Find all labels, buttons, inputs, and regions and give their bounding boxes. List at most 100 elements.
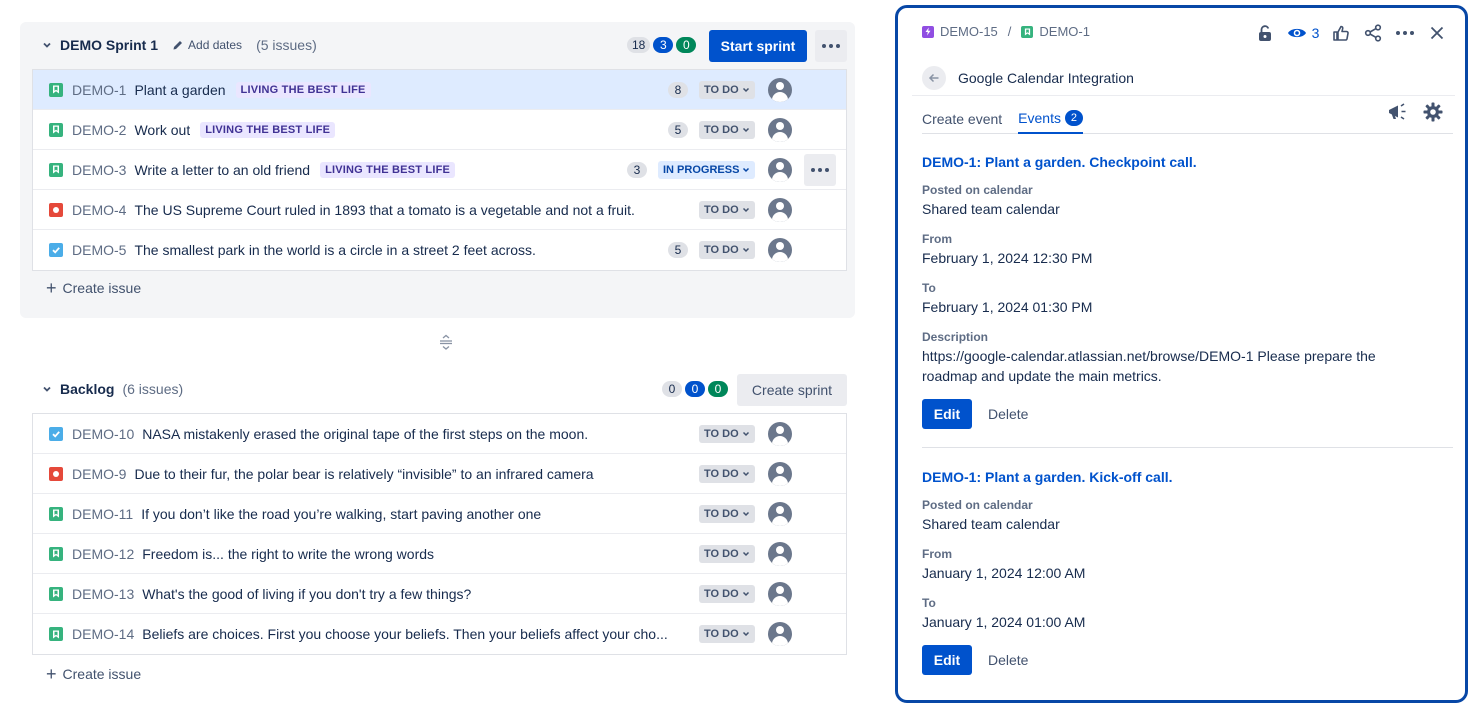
issue-summary: NASA mistakenly erased the original tape… <box>142 425 589 442</box>
assignee-avatar[interactable] <box>768 542 792 566</box>
assignee-avatar[interactable] <box>768 118 792 142</box>
assignee-avatar[interactable] <box>768 462 792 486</box>
epic-lozenge[interactable]: LIVING THE BEST LIFE <box>200 121 336 138</box>
bookmark-icon <box>49 546 63 561</box>
chevron-down-icon <box>742 631 749 637</box>
back-button[interactable] <box>922 65 946 90</box>
status-dropdown[interactable]: TO DO <box>699 120 755 139</box>
bookmark-icon <box>49 162 63 177</box>
assignee-avatar[interactable] <box>768 582 792 606</box>
issue-key[interactable]: DEMO-3 <box>72 162 126 178</box>
edit-button[interactable]: Edit <box>922 399 972 429</box>
like-button[interactable] <box>1325 20 1357 46</box>
share-button[interactable] <box>1357 20 1389 46</box>
chevron-down-icon[interactable] <box>42 40 52 50</box>
status-dropdown[interactable]: TO DO <box>699 625 755 643</box>
issue-key[interactable]: DEMO-1 <box>72 82 126 98</box>
delete-button[interactable]: Delete <box>988 406 1028 422</box>
assignee-avatar[interactable] <box>768 78 792 102</box>
status-dropdown[interactable]: TO DO <box>699 464 755 483</box>
issue-key[interactable]: DEMO-10 <box>72 426 134 442</box>
assignee-avatar[interactable] <box>768 158 792 182</box>
lock-button[interactable] <box>1249 20 1281 46</box>
epic-lozenge[interactable]: LIVING THE BEST LIFE <box>235 81 371 98</box>
status-dropdown[interactable]: TO DO <box>699 200 755 219</box>
table-row[interactable]: DEMO-9 Due to their fur, the polar bear … <box>33 454 846 494</box>
chevron-down-icon <box>742 431 749 436</box>
issue-key[interactable]: DEMO-5 <box>72 242 126 258</box>
status-dropdown[interactable]: TO DO <box>699 424 755 443</box>
gear-icon[interactable] <box>1423 102 1443 122</box>
estimate-badge[interactable]: 5 <box>668 242 688 258</box>
table-row[interactable]: DEMO-12 Freedom is... the right to write… <box>33 534 846 574</box>
add-dates-button[interactable]: Add dates <box>172 38 242 52</box>
status-dropdown[interactable]: TO DO <box>699 504 755 523</box>
count-done: 0 <box>676 37 697 53</box>
issue-key[interactable]: DEMO-11 <box>72 506 133 522</box>
breadcrumb-parent[interactable]: DEMO-15 <box>940 24 998 39</box>
status-dropdown[interactable]: TO DO <box>699 241 755 259</box>
tab-events[interactable]: Events 2 <box>1018 104 1083 134</box>
breadcrumb-separator: / <box>1007 24 1012 39</box>
status-dropdown[interactable]: TO DO <box>699 584 755 603</box>
checkbox-icon <box>49 243 63 257</box>
issue-key[interactable]: DEMO-9 <box>72 466 126 482</box>
more-actions-button[interactable] <box>1389 20 1421 46</box>
estimate-badge[interactable]: 3 <box>627 161 647 178</box>
eye-icon <box>1287 28 1306 38</box>
issue-key[interactable]: DEMO-12 <box>72 546 134 562</box>
status-dropdown[interactable]: TO DO <box>699 80 755 99</box>
megaphone-icon[interactable] <box>1387 102 1409 122</box>
create-sprint-button[interactable]: Create sprint <box>737 374 847 406</box>
table-row[interactable]: DEMO-10 NASA mistakenly erased the origi… <box>33 414 846 454</box>
event-title[interactable]: DEMO-1: Plant a garden. Checkpoint call. <box>922 154 1453 170</box>
table-row[interactable]: DEMO-11 If you don’t like the road you’r… <box>33 494 846 534</box>
table-row[interactable]: DEMO-5 The smallest park in the world is… <box>33 230 846 270</box>
drag-handle-icon[interactable] <box>438 334 454 350</box>
arrow-left-icon <box>928 73 939 82</box>
chevron-down-icon <box>742 247 749 253</box>
event-title[interactable]: DEMO-1: Plant a garden. Kick-off call. <box>922 469 1453 485</box>
description-value: https://google-calendar.atlassian.net/br… <box>922 348 1376 384</box>
table-row[interactable]: DEMO-14 Beliefs are choices. First you c… <box>33 614 846 654</box>
chevron-down-icon[interactable] <box>42 384 52 394</box>
status-label: TO DO <box>704 427 739 440</box>
start-sprint-button[interactable]: Start sprint <box>709 30 807 62</box>
close-button[interactable] <box>1421 20 1453 46</box>
table-row[interactable]: DEMO-2 Work out LIVING THE BEST LIFE 5 T… <box>33 110 846 150</box>
assignee-avatar[interactable] <box>768 422 792 446</box>
estimate-badge[interactable]: 5 <box>668 121 688 138</box>
table-row[interactable]: DEMO-4 The US Supreme Court ruled in 189… <box>33 190 846 230</box>
create-issue-button[interactable]: + Create issue <box>46 665 141 683</box>
sprint-counts: 18 3 0 <box>627 37 697 53</box>
table-row[interactable]: DEMO-3 Write a letter to an old friend L… <box>33 150 846 190</box>
tab-create-event[interactable]: Create event <box>922 104 1002 134</box>
assignee-avatar[interactable] <box>768 198 792 222</box>
tab-events-label: Events <box>1018 110 1061 126</box>
delete-button[interactable]: Delete <box>988 652 1028 668</box>
row-more-button[interactable] <box>804 154 836 186</box>
issue-key[interactable]: DEMO-14 <box>72 626 134 642</box>
watch-button[interactable]: 3 <box>1281 20 1325 46</box>
sprint-issue-list: DEMO-1 Plant a garden LIVING THE BEST LI… <box>32 69 847 271</box>
status-dropdown[interactable]: TO DO <box>699 544 755 563</box>
lightning-icon <box>922 25 934 38</box>
epic-lozenge[interactable]: LIVING THE BEST LIFE <box>320 161 456 178</box>
create-issue-button[interactable]: + Create issue <box>46 279 141 297</box>
assignee-avatar[interactable] <box>768 502 792 526</box>
sprint-more-button[interactable] <box>815 30 847 62</box>
lock-icon <box>1259 25 1271 41</box>
assignee-avatar[interactable] <box>768 622 792 646</box>
assignee-avatar[interactable] <box>768 238 792 262</box>
estimate-badge[interactable]: 8 <box>668 81 688 98</box>
table-row[interactable]: DEMO-13 What's the good of living if you… <box>33 574 846 614</box>
breadcrumb-current[interactable]: DEMO-1 <box>1039 24 1090 39</box>
issue-key[interactable]: DEMO-2 <box>72 122 126 138</box>
status-dropdown[interactable]: IN PROGRESS <box>658 160 756 179</box>
bookmark-icon <box>49 586 63 601</box>
edit-button[interactable]: Edit <box>922 645 972 675</box>
issue-key[interactable]: DEMO-4 <box>72 202 126 218</box>
issue-key[interactable]: DEMO-13 <box>72 586 134 602</box>
count-todo: 18 <box>627 37 651 53</box>
table-row[interactable]: DEMO-1 Plant a garden LIVING THE BEST LI… <box>33 70 846 110</box>
